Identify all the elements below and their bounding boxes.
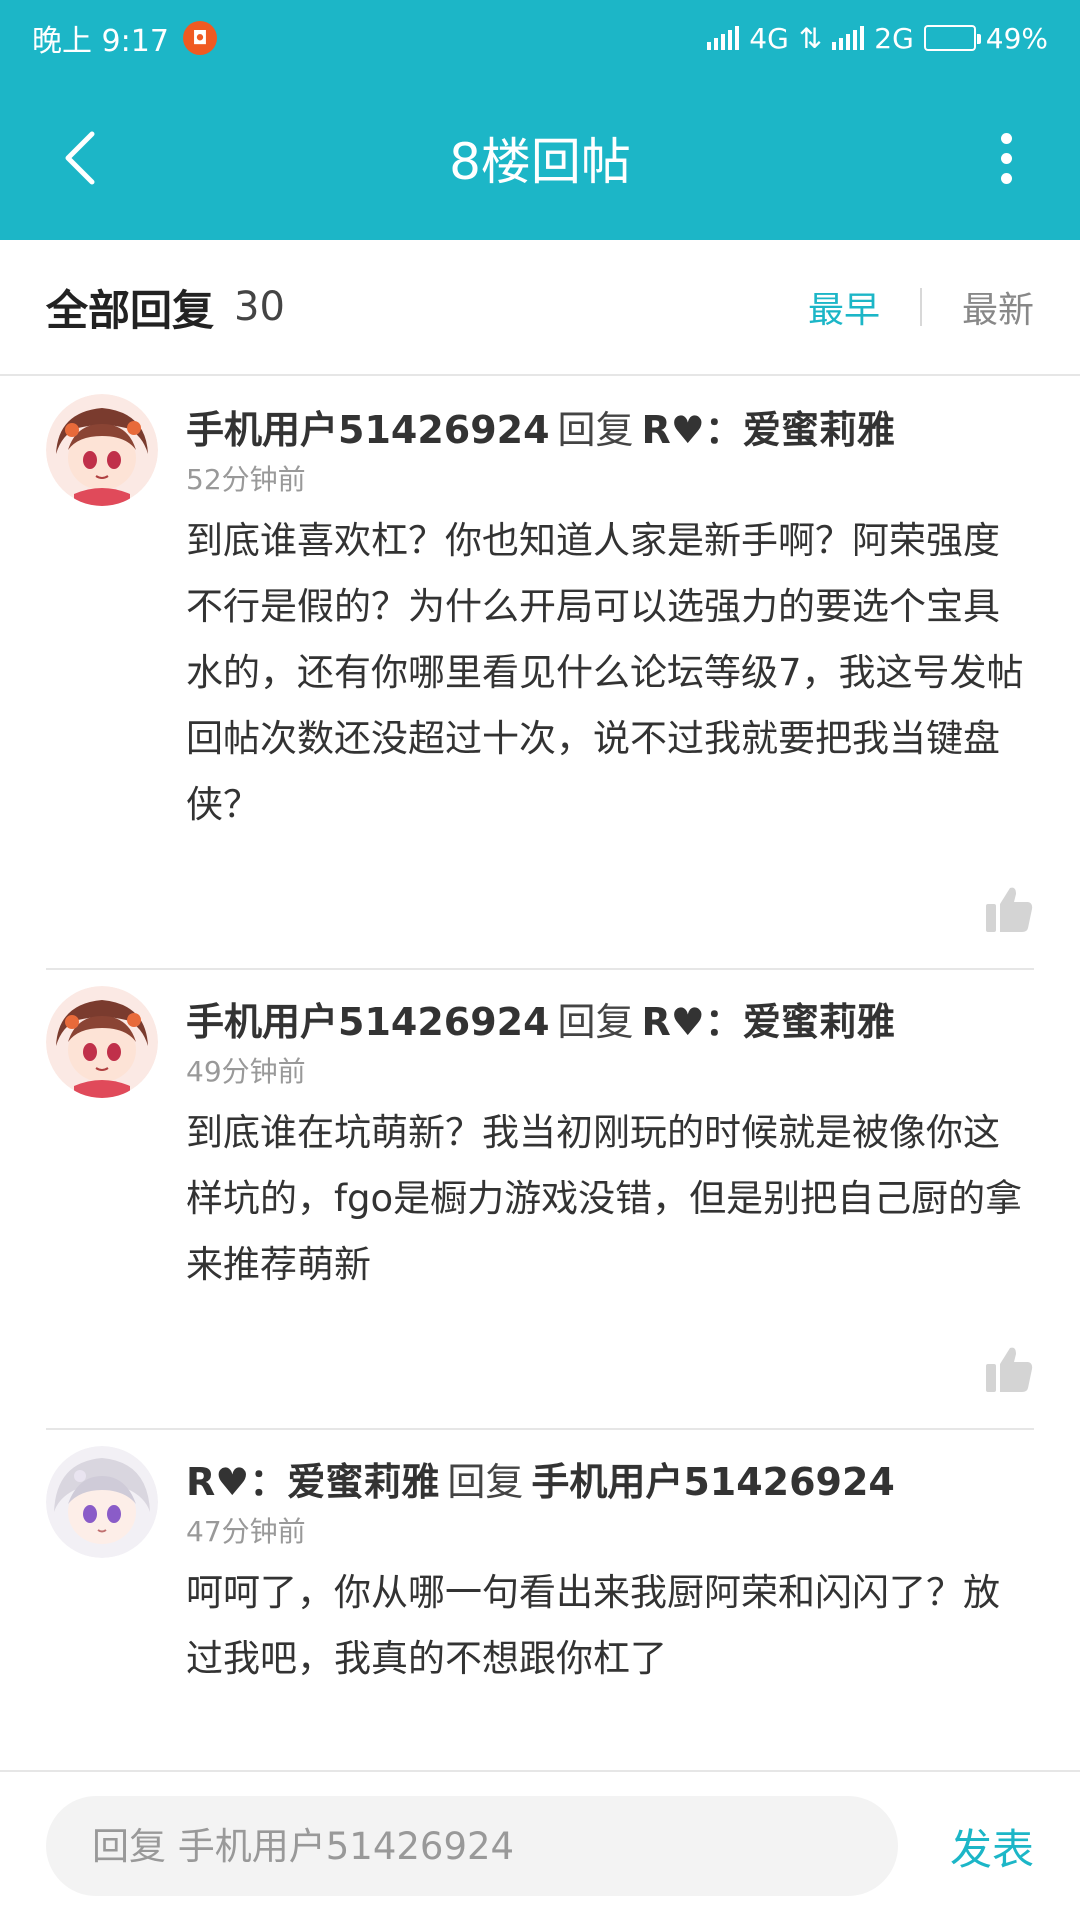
back-button[interactable] [40,118,120,198]
reply-author[interactable]: 手机用户51426924 [186,1000,550,1044]
reply-item[interactable]: 手机用户51426924 回复 R♥：爱蜜莉雅 49分钟前 到底谁在坑萌新？我当初刚… [46,968,1034,1428]
top-app-bar: 8楼回帖 [0,76,1080,240]
more-dot [1000,152,1012,164]
reply-body: 到底谁喜欢杠？你也知道人家是新手啊？阿荣强度不行是假的？为什么开局可以选强力的要… [186,519,1024,826]
like-row [186,1298,1034,1428]
thumbs-up-icon[interactable] [984,1344,1034,1394]
more-dot [1000,132,1012,144]
sort-earliest-tab[interactable]: 最早 [808,281,880,333]
like-row [186,838,1034,968]
signal-icon [707,26,740,50]
chevron-left-icon [65,131,95,185]
data-transfer-icon: ⇅ [798,21,823,55]
reply-item[interactable]: 手机用户51426924 回复 R♥：爱蜜莉雅 52分钟前 到底谁喜欢杠？你也知道人… [0,378,1080,968]
more-options-button[interactable] [976,118,1036,198]
reply-header: 手机用户51426924 回复 R♥：爱蜜莉雅 [186,994,1034,1050]
reply-composer: 发表 [0,1770,1080,1920]
reply-body: 呵呵了，你从哪一句看出来我厨阿荣和闪闪了？放过我吧，我真的不想跟你杠了 [186,1571,1000,1680]
reply-count: 30 [234,284,285,330]
avatar[interactable] [46,986,158,1098]
avatar[interactable] [46,394,158,506]
app-header: 晚上 9:17 ◘ 4G ⇅ 2G 49% 8楼回帖 [0,0,1080,240]
reply-header: 手机用户51426924 回复 R♥：爱蜜莉雅 [186,402,1034,458]
sort-divider [919,288,922,326]
reply-body: 到底谁在坑萌新？我当初刚玩的时候就是被像你这样坑的，fgo是橱力游戏没错，但是别… [186,1111,1023,1286]
reply-time: 47分钟前 [186,1515,306,1548]
page-title: 8楼回帖 [449,133,631,191]
signal-icon-2 [832,26,865,50]
reply-input[interactable] [46,1796,898,1896]
reply-verb: 回复 [557,1000,634,1044]
sort-options: 最早 最新 [808,281,1034,333]
reply-list: 手机用户51426924 回复 R♥：爱蜜莉雅 52分钟前 到底谁喜欢杠？你也知道人… [0,378,1080,1770]
reply-item[interactable]: R♥：爱蜜莉雅 回复 手机用户51426924 47分钟前 呵呵了，你从哪一句看出来… [46,1428,1034,1692]
status-right: 4G ⇅ 2G 49% [707,22,1048,55]
reply-time: 49分钟前 [186,1055,306,1088]
battery-icon [923,25,981,51]
anime-girl-silver-avatar-icon [46,1446,158,1558]
reply-verb: 回复 [447,1460,524,1504]
reply-header: R♥：爱蜜莉雅 回复 手机用户51426924 [186,1454,1034,1510]
thumbs-up-icon[interactable] [984,884,1034,934]
status-left: 晚上 9:17 ◘ [32,16,217,60]
anime-girl-avatar-icon [46,394,158,506]
more-dot [1000,172,1012,184]
network-2g-label: 2G [874,21,914,55]
send-button[interactable]: 发表 [950,1816,1034,1877]
battery-percent: 49% [985,21,1048,55]
status-time: 晚上 9:17 [32,24,169,59]
sort-bar: 全部回复 30 最早 最新 [0,240,1080,376]
anime-girl-avatar-icon [46,986,158,1098]
status-bar: 晚上 9:17 ◘ 4G ⇅ 2G 49% [0,0,1080,76]
sort-latest-tab[interactable]: 最新 [962,281,1034,333]
network-4g-label: 4G [749,21,789,55]
reply-author[interactable]: R♥：爱蜜莉雅 [186,1460,439,1504]
reply-target[interactable]: R♥：爱蜜莉雅 [642,408,895,452]
reply-verb: 回复 [557,408,634,452]
avatar[interactable] [46,1446,158,1558]
reply-target[interactable]: 手机用户51426924 [531,1460,895,1504]
all-replies-title: 全部回复 [46,285,215,335]
notification-icon: ◘ [182,21,217,55]
reply-time: 52分钟前 [186,463,306,496]
reply-author[interactable]: 手机用户51426924 [186,408,550,452]
reply-target[interactable]: R♥：爱蜜莉雅 [642,1000,895,1044]
